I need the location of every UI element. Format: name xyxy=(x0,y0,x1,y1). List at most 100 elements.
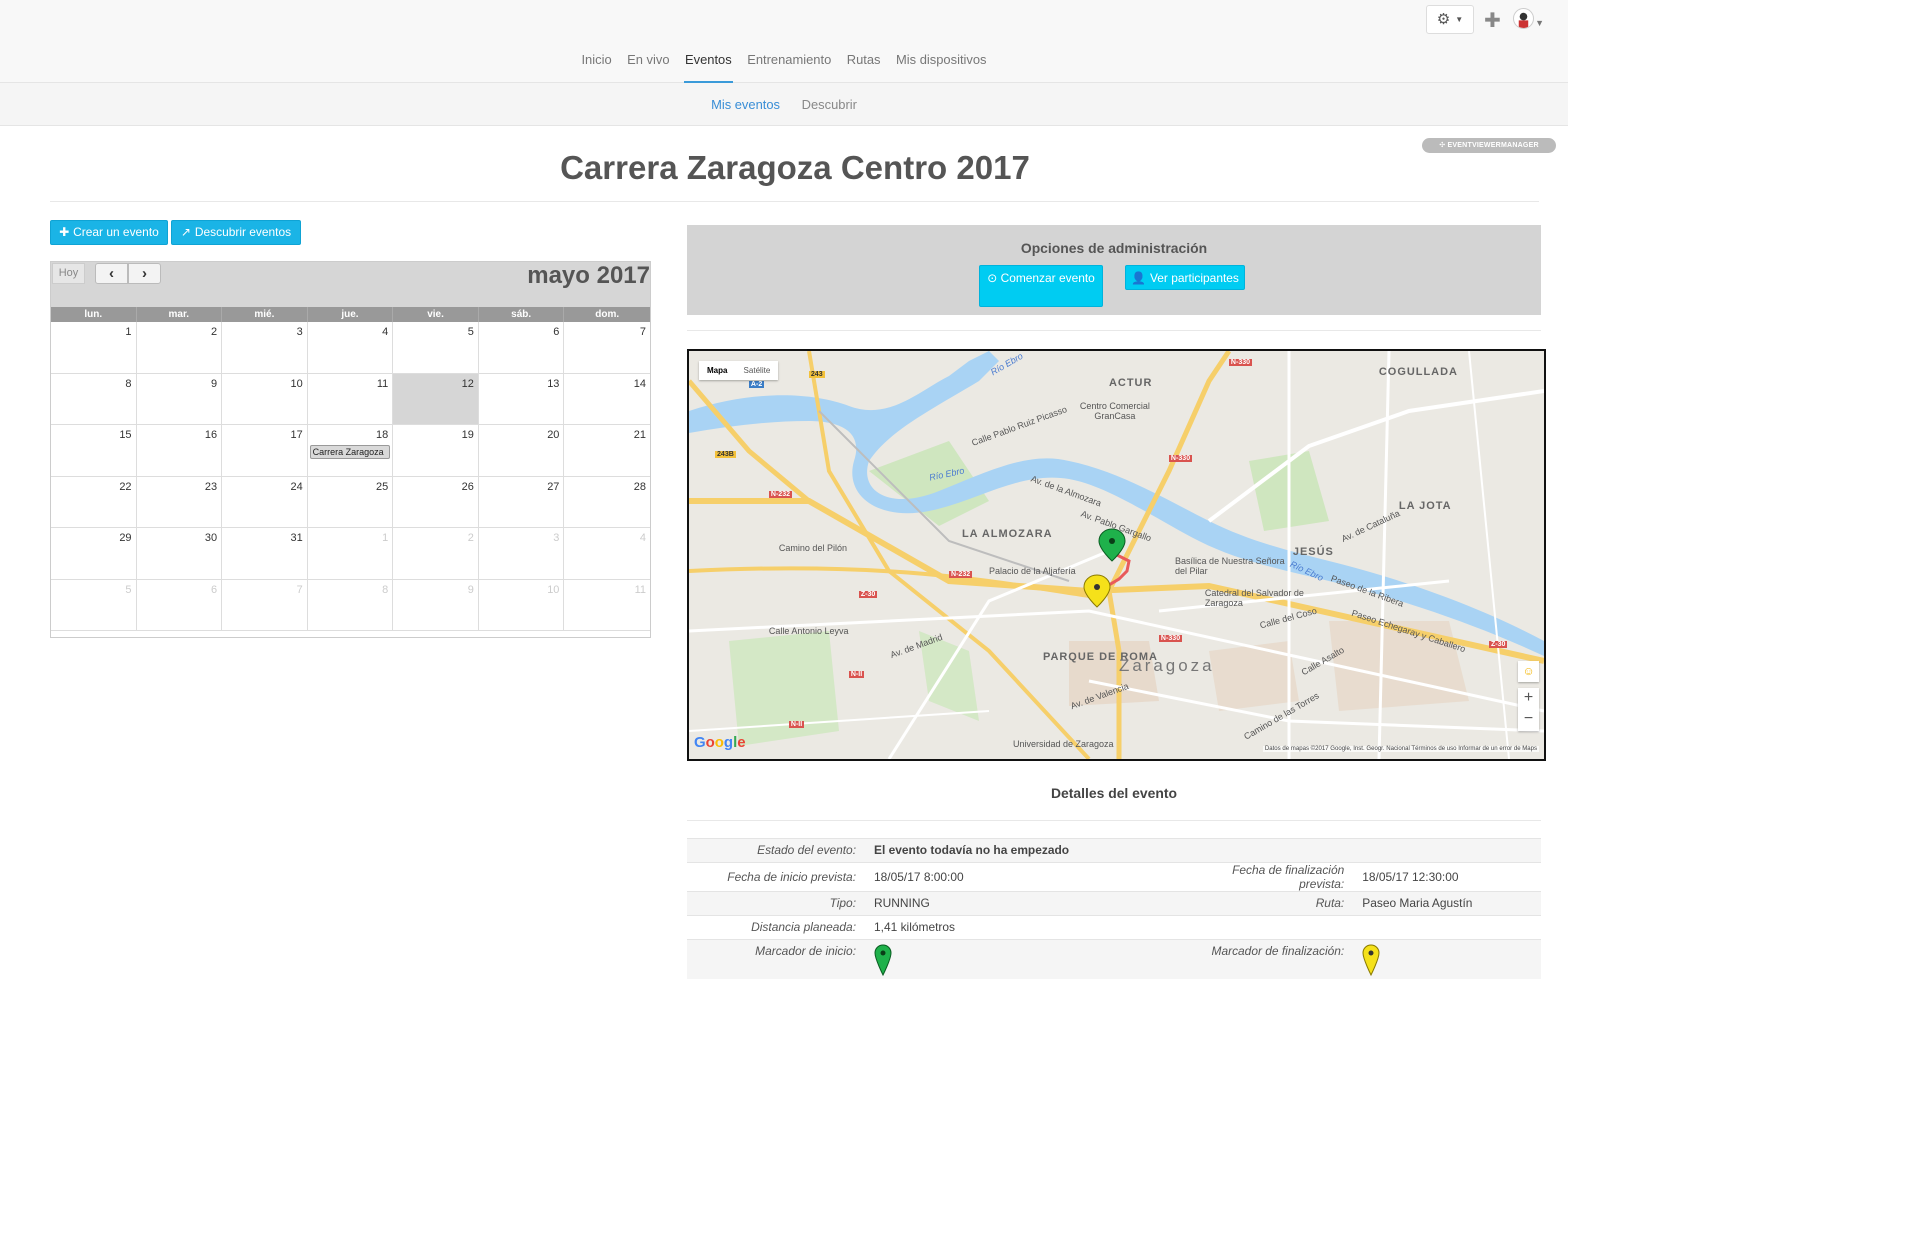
next-month-button[interactable]: › xyxy=(127,262,161,284)
calendar-day[interactable]: 11 xyxy=(564,580,650,632)
zoom-out-button[interactable]: − xyxy=(1518,709,1539,730)
calendar-day-number: 9 xyxy=(467,583,474,596)
calendar-day[interactable]: 29 xyxy=(50,528,137,580)
google-logo[interactable]: Google xyxy=(694,734,746,751)
share-icon: ↗ xyxy=(180,225,191,240)
calendar-day[interactable]: 13 xyxy=(478,373,565,426)
calendar-day[interactable]: 31 xyxy=(222,528,308,580)
start-event-button[interactable]: ⊙ Comenzar evento xyxy=(979,265,1104,308)
map-type-control: Mapa Satélite xyxy=(698,361,779,381)
calendar-day-number: 4 xyxy=(639,532,646,545)
calendar-day-number: 29 xyxy=(119,532,132,545)
settings-dropdown[interactable]: ⚙ ▼ xyxy=(1425,4,1474,34)
gear-icon: ⚙ xyxy=(1436,11,1451,29)
calendar-day-number: 12 xyxy=(461,377,474,390)
road-tag-n330-b: N-330 xyxy=(1168,455,1193,463)
calendar-day[interactable]: 27 xyxy=(478,476,565,529)
subtab-mis-eventos[interactable]: Mis eventos xyxy=(711,83,780,126)
calendar-day[interactable]: 1 xyxy=(307,528,394,580)
calendar-day[interactable]: 9 xyxy=(136,373,223,426)
calendar-day[interactable]: 25 xyxy=(307,476,394,529)
calendar-day[interactable]: 19 xyxy=(393,425,479,477)
map-label-universidad: Universidad de Zaragoza xyxy=(1012,739,1114,750)
calendar-day[interactable]: 12 xyxy=(393,373,479,426)
calendar-day[interactable]: 5 xyxy=(393,322,479,374)
calendar-day[interactable]: 7 xyxy=(222,579,308,632)
calendar-day[interactable]: 15 xyxy=(50,425,137,477)
calendar-day[interactable]: 28 xyxy=(564,477,650,529)
calendar-day[interactable]: 6 xyxy=(478,322,565,374)
prev-month-button[interactable]: ‹ xyxy=(94,262,128,284)
calendar-day[interactable]: 24 xyxy=(222,476,308,529)
calendar-day[interactable]: 26 xyxy=(393,476,479,529)
tab-eventos[interactable]: Eventos xyxy=(684,44,733,83)
calendar-day[interactable]: 4 xyxy=(307,322,394,374)
calendar-event[interactable]: Carrera Zaragoza xyxy=(309,445,391,460)
map-label-camino-pilon: Camino del Pilón xyxy=(778,543,847,554)
tab-mis-dispositivos[interactable]: Mis dispositivos xyxy=(895,44,987,83)
status-label: Estado del evento: xyxy=(757,843,857,858)
calendar-day[interactable]: 9 xyxy=(393,579,479,632)
calendar-day[interactable]: 11 xyxy=(307,373,394,426)
calendar-day-number: 1 xyxy=(125,326,132,339)
event-map[interactable]: ACTUR COGULLADA LA JOTA LA ALMOZARA JESÚ… xyxy=(686,349,1547,762)
weekday: mar. xyxy=(137,307,223,323)
calendar-day[interactable]: 18 Carrera Zaragoza xyxy=(307,425,394,477)
calendar-day[interactable]: 8 xyxy=(307,579,394,632)
divider xyxy=(686,820,1542,821)
tab-rutas[interactable]: Rutas xyxy=(846,44,882,83)
calendar-day[interactable]: 16 xyxy=(136,425,223,477)
calendar-day[interactable]: 1 xyxy=(50,322,137,374)
calendar-day-number: 7 xyxy=(639,326,646,339)
today-button[interactable]: Hoy xyxy=(51,262,85,284)
calendar-day[interactable]: 23 xyxy=(136,476,223,529)
create-event-button[interactable]: ✚ Crear un evento xyxy=(49,220,168,245)
add-icon[interactable]: ✚ xyxy=(1484,8,1501,33)
calendar-day[interactable]: 22 xyxy=(50,476,137,529)
road-tag-nii-b: N-II xyxy=(788,721,805,729)
tab-en-vivo[interactable]: En vivo xyxy=(626,44,670,83)
calendar-day-number: 24 xyxy=(290,480,303,493)
calendar-day-number: 26 xyxy=(461,480,474,493)
calendar-day[interactable]: 10 xyxy=(478,579,565,632)
calendar-day[interactable]: 14 xyxy=(564,374,650,426)
calendar-day-number: 17 xyxy=(290,429,303,442)
map-label-zaragoza: Zaragoza xyxy=(1118,656,1215,676)
map-label-la-jota: LA JOTA xyxy=(1398,500,1452,513)
avatar-caret-icon[interactable]: ▼ xyxy=(1535,18,1544,28)
map-type-map[interactable]: Mapa xyxy=(699,361,736,380)
calendar-day[interactable]: 3 xyxy=(222,322,308,374)
map-type-satellite[interactable]: Satélite xyxy=(736,361,779,380)
calendar-day[interactable]: 6 xyxy=(136,579,223,632)
discover-events-button[interactable]: ↗ Descubrir eventos xyxy=(171,220,301,245)
calendar-day[interactable]: 5 xyxy=(50,579,137,632)
zoom-in-button[interactable]: + xyxy=(1518,688,1539,709)
tab-entrenamiento[interactable]: Entrenamiento xyxy=(746,44,832,83)
avatar[interactable] xyxy=(1513,8,1534,29)
map-attribution[interactable]: Datos de mapas ©2017 Google, Inst. Geogr… xyxy=(1262,746,1540,753)
tab-inicio[interactable]: Inicio xyxy=(581,44,613,83)
details-row: Distancia planeada: 1,41 kilómetros xyxy=(686,914,1542,939)
calendar-day-number: 20 xyxy=(547,429,560,442)
calendar-day[interactable]: 4 xyxy=(564,528,650,580)
calendar-day[interactable]: 2 xyxy=(136,322,223,374)
subtab-descubrir[interactable]: Descubrir xyxy=(802,83,857,126)
calendar-day[interactable]: 21 xyxy=(564,425,650,477)
details-row: Estado del evento: El evento todavía no … xyxy=(686,837,1542,862)
view-participants-button[interactable]: 👤 Ver participantes xyxy=(1125,265,1245,291)
map-label-basilica: Basílica de Nuestra Señora del Pilar xyxy=(1175,556,1285,577)
calendar-day[interactable]: 17 xyxy=(222,425,308,477)
calendar-day-number: 5 xyxy=(125,583,132,596)
calendar-day[interactable]: 7 xyxy=(564,322,650,374)
calendar-day-number: 18 xyxy=(376,429,389,442)
calendar-day[interactable]: 2 xyxy=(393,528,479,580)
road-tag-n232: N-232 xyxy=(768,491,793,498)
start-marker-pin-icon xyxy=(874,944,892,977)
calendar-day[interactable]: 8 xyxy=(50,373,137,426)
calendar-day[interactable]: 20 xyxy=(478,425,565,477)
pegman-icon[interactable]: ☺ xyxy=(1518,661,1540,683)
calendar-day[interactable]: 3 xyxy=(478,528,565,580)
calendar-day[interactable]: 10 xyxy=(222,373,308,426)
calendar-day[interactable]: 30 xyxy=(136,528,223,580)
start-marker-cell xyxy=(866,944,1186,979)
